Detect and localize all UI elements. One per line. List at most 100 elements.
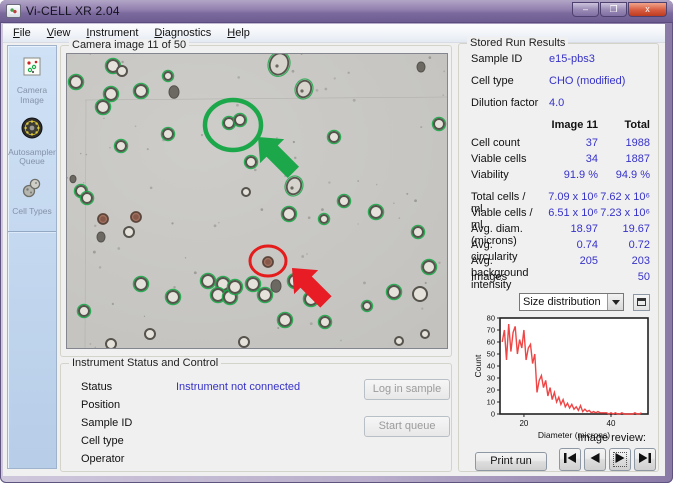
last-image-button[interactable] (634, 448, 656, 471)
cell-viable (256, 286, 274, 304)
info-label: Sample ID (471, 53, 523, 65)
dropdown-arrow-button[interactable] (607, 294, 624, 310)
svg-text:50: 50 (487, 350, 495, 359)
svg-text:40: 40 (487, 362, 495, 371)
sidebar-item-cell-types[interactable]: Cell Types (8, 167, 56, 217)
window-title: Vi-CELL XR 2.04 (26, 4, 120, 18)
result-image-value: 18.97 (570, 223, 598, 235)
result-row-avg-diam-microns-: Avg. diam. (microns) 18.97 19.67 (471, 223, 650, 247)
cell-viable (276, 311, 294, 329)
minimize-button[interactable]: – (572, 2, 599, 17)
result-total-value: 7.62 x 10⁶ (600, 191, 650, 203)
next-image-button[interactable] (609, 448, 631, 471)
chart-type-dropdown[interactable]: Size distribution (519, 293, 625, 311)
first-image-icon (563, 452, 577, 467)
result-label: Cell count (471, 137, 520, 149)
cell-dead (262, 256, 274, 268)
cell-cell (116, 65, 128, 77)
window-body: File View Instrument Diagnostics Help Camera… (3, 24, 665, 476)
result-total-value: 203 (631, 255, 650, 267)
results-rows: Cell count 37 1988 Viable cells 34 1887 Viabil… (471, 137, 650, 291)
info-label: Dilution factor (471, 97, 539, 109)
camera-panel-title: Camera image 11 of 50 (69, 39, 190, 51)
maximize-button[interactable]: ❐ (600, 2, 627, 17)
size-distribution-chart: 0102030405060708020 40Diameter (microns)C… (473, 314, 649, 440)
chart-type-selected: Size distribution (523, 296, 601, 308)
column-header-image: Image 11 (551, 119, 598, 131)
results-content: Sample ID e15-pbs3 Cell type CHO (modified)… (459, 44, 658, 471)
svg-text:30: 30 (487, 374, 495, 383)
info-label: Cell type (471, 75, 514, 87)
sidebar-item-camera-image[interactable]: Camera Image (8, 46, 56, 106)
result-label: Viability (471, 169, 509, 181)
result-image-value: 7.09 x 10⁶ (548, 191, 598, 203)
chart-popout-button[interactable] (633, 293, 650, 311)
close-button[interactable]: x (628, 2, 667, 17)
cell-dead (130, 211, 142, 223)
result-row-viable-cells: Viable cells 34 1887 (471, 153, 650, 169)
previous-image-icon (589, 452, 601, 467)
result-row-cell-count: Cell count 37 1988 (471, 137, 650, 153)
camera-image-view[interactable] (66, 53, 448, 349)
caption-buttons: – ❐ x (572, 0, 667, 22)
svg-text:20: 20 (487, 386, 495, 395)
cell-viable (367, 203, 385, 221)
cell-viable (113, 138, 129, 154)
cell-viable (420, 258, 438, 276)
app-window: Vi-CELL XR 2.04 – ❐ x File View Instrument… (0, 0, 673, 483)
info-value: e15-pbs3 (549, 53, 595, 65)
camera-image-panel: Camera image 11 of 50 (60, 39, 452, 357)
cell-viable (317, 314, 333, 330)
status-label-position: Position (81, 399, 121, 411)
info-row-sample-id: Sample ID e15-pbs3 (471, 53, 650, 75)
cell-viable (67, 73, 85, 91)
menu-help[interactable]: Help (219, 26, 258, 41)
cell-viable (243, 154, 259, 170)
menu-file[interactable]: File (5, 26, 39, 41)
result-total-value: 1988 (625, 137, 650, 149)
cell-cell (105, 338, 117, 348)
result-row-total-cells-ml: Total cells / ml 7.09 x 10⁶ 7.62 x 10⁶ (471, 191, 650, 215)
log-in-sample-button[interactable]: Log in sample (364, 379, 450, 400)
result-row-avg-circularity: Avg. circularity 0.74 0.72 (471, 239, 650, 263)
stored-run-results-panel: Stored Run Results Sample ID e15-pbs3 Cell… (458, 37, 659, 472)
sidebar-item-autosampler-queue[interactable]: Autosampler Queue (8, 106, 56, 168)
start-queue-button[interactable]: Start queue (364, 416, 450, 437)
image-review-nav (559, 448, 656, 471)
cell-cell (241, 187, 251, 197)
cell-viable (226, 278, 244, 296)
status-panel-title: Instrument Status and Control (69, 357, 222, 369)
svg-text:80: 80 (487, 314, 495, 323)
info-value: 4.0 (549, 97, 565, 109)
result-image-value: 6.51 x 10⁶ (548, 207, 598, 219)
print-run-button[interactable]: Print run (475, 452, 547, 471)
sidebar-item-label: Cell Types (12, 206, 52, 217)
info-row-dilution-factor: Dilution factor 4.0 (471, 97, 650, 119)
autosampler-queue-icon (20, 116, 44, 145)
first-image-button[interactable] (559, 448, 581, 471)
last-image-icon (638, 452, 652, 467)
result-total-value: 19.67 (622, 223, 650, 235)
cell-cell (394, 336, 404, 346)
result-total-value: 1887 (625, 153, 650, 165)
results-column-headers: Image 11 Total (471, 119, 650, 137)
result-image-value: 205 (579, 255, 598, 267)
cell-cell (412, 286, 428, 302)
result-row-viable-cells-ml: Viable cells / ml 6.51 x 10⁶ 7.23 x 10⁶ (471, 207, 650, 231)
cell-viable (160, 126, 176, 142)
previous-image-button[interactable] (584, 448, 606, 471)
result-row-viability: Viability 91.9 % 94.9 % (471, 169, 650, 185)
chart-selector-row: Size distribution (519, 293, 650, 311)
svg-text:10: 10 (487, 398, 495, 407)
cell-viable (280, 205, 298, 223)
status-label-sample-id: Sample ID (81, 417, 133, 429)
instrument-status-panel: Instrument Status and Control Status Inst… (60, 357, 452, 472)
cell-cell (144, 328, 156, 340)
cell-viable (360, 299, 374, 313)
cell-cell (123, 226, 135, 238)
app-icon (6, 4, 21, 18)
cell-viable (132, 275, 150, 293)
status-label-operator: Operator (81, 453, 125, 465)
cell-viable (161, 69, 175, 83)
content-area: Camera Image Autosampler Queue Cell Types Ca… (3, 37, 665, 476)
